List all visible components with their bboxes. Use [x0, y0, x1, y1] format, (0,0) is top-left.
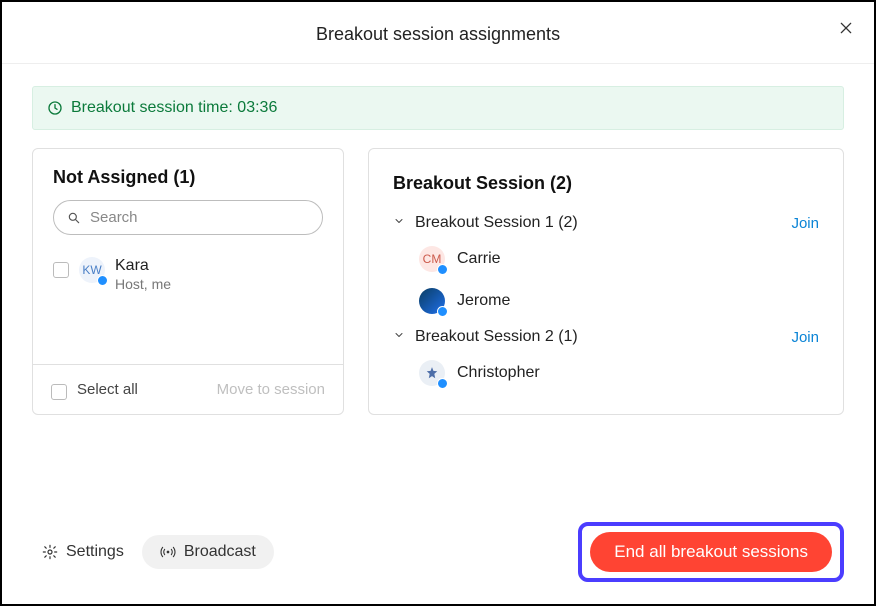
session-header[interactable]: Breakout Session 2 (1) Join: [389, 322, 823, 352]
avatar: [419, 288, 445, 314]
end-all-sessions-button[interactable]: End all breakout sessions: [590, 532, 832, 572]
not-assigned-title: Not Assigned (1): [53, 167, 323, 188]
move-to-session-button[interactable]: Move to session: [217, 381, 325, 398]
bottom-bar: Settings Broadcast End all breakout sess…: [32, 522, 844, 582]
dialog-header: Breakout session assignments: [2, 2, 874, 63]
avatar: KW: [79, 257, 105, 283]
user-name: Kara: [115, 257, 171, 275]
participant-row[interactable]: Jerome: [389, 280, 823, 322]
unassigned-user-row[interactable]: KW Kara Host, me: [53, 253, 323, 296]
user-checkbox[interactable]: [53, 262, 69, 278]
clock-icon: [47, 100, 63, 116]
close-button[interactable]: [838, 20, 854, 41]
participant-name: Christopher: [457, 364, 540, 382]
sessions-panel: Breakout Session (2) Breakout Session 1 …: [368, 148, 844, 415]
participant-row[interactable]: Christopher: [389, 352, 823, 394]
search-input[interactable]: [53, 200, 323, 235]
join-button[interactable]: Join: [791, 329, 819, 346]
session-header[interactable]: Breakout Session 1 (2) Join: [389, 208, 823, 238]
star-icon: [425, 366, 439, 380]
search-wrap: [53, 200, 323, 235]
presence-badge-icon: [437, 306, 448, 317]
not-assigned-panel: Not Assigned (1) KW Kara Host, me Sel: [32, 148, 344, 415]
session-name: Breakout Session 2 (1): [415, 328, 781, 346]
chevron-down-icon: [393, 328, 405, 346]
chevron-down-icon: [393, 214, 405, 232]
timer-text: Breakout session time: 03:36: [71, 99, 277, 117]
participant-name: Carrie: [457, 250, 501, 268]
gear-icon: [42, 544, 58, 560]
close-icon: [838, 20, 854, 36]
presence-badge-icon: [97, 275, 108, 286]
participant-row[interactable]: CM Carrie: [389, 238, 823, 280]
join-button[interactable]: Join: [791, 215, 819, 232]
avatar: CM: [419, 246, 445, 272]
avatar: [419, 360, 445, 386]
end-highlight: End all breakout sessions: [578, 522, 844, 582]
broadcast-button[interactable]: Broadcast: [142, 535, 274, 569]
timer-banner: Breakout session time: 03:36: [32, 86, 844, 130]
broadcast-icon: [160, 544, 176, 560]
session-name: Breakout Session 1 (2): [415, 214, 781, 232]
settings-button[interactable]: Settings: [32, 535, 134, 569]
select-all[interactable]: Select all: [51, 379, 138, 400]
presence-badge-icon: [437, 264, 448, 275]
search-icon: [67, 211, 81, 225]
presence-badge-icon: [437, 378, 448, 389]
sessions-title: Breakout Session (2): [393, 173, 819, 194]
dialog-title: Breakout session assignments: [316, 24, 560, 44]
select-all-checkbox[interactable]: [51, 384, 67, 400]
user-sub: Host, me: [115, 276, 171, 292]
header-divider: [2, 63, 874, 64]
participant-name: Jerome: [457, 292, 510, 310]
